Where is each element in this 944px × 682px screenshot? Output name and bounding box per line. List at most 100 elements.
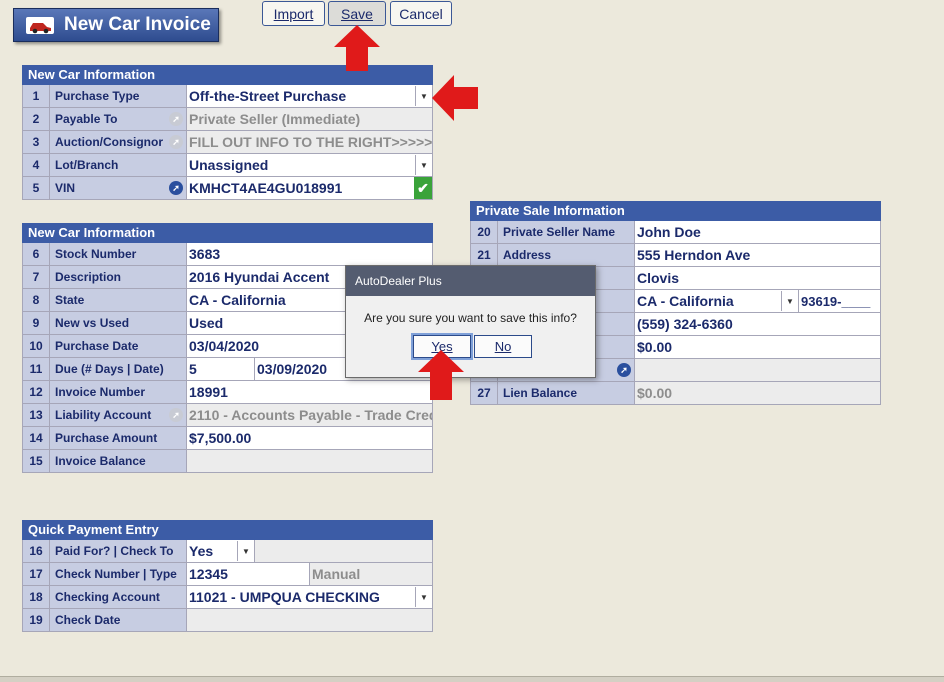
due-days-input[interactable]: 5 bbox=[187, 358, 255, 380]
checking-account-select[interactable]: 11021 - UMPQUA CHECKING ▼ bbox=[187, 586, 433, 608]
quick-payment-panel: Quick Payment Entry 16 Paid For? | Check… bbox=[22, 520, 433, 632]
city-input[interactable]: Clovis bbox=[635, 267, 881, 289]
panel-header: New Car Information bbox=[22, 223, 433, 243]
new-car-info-panel-1: New Car Information 1 Purchase Type Off-… bbox=[22, 65, 433, 200]
field-label: Stock Number bbox=[50, 243, 187, 265]
chevron-down-icon[interactable]: ▼ bbox=[415, 587, 432, 607]
row-number: 1 bbox=[23, 85, 50, 107]
address-row: 21 Address 555 Herndon Ave bbox=[470, 244, 881, 267]
row-number: 15 bbox=[23, 450, 50, 472]
checking-account-value: 11021 - UMPQUA CHECKING bbox=[189, 589, 380, 605]
stock-number-input[interactable]: 3683 bbox=[187, 243, 433, 265]
invoice-balance-field bbox=[187, 450, 433, 472]
link-arrow-icon[interactable]: ➚ bbox=[617, 363, 631, 377]
row-number: 3 bbox=[23, 131, 50, 153]
row-number: 6 bbox=[23, 243, 50, 265]
invoice-number-row: 12 Invoice Number 18991 bbox=[22, 381, 433, 404]
field-label: Invoice Balance bbox=[50, 450, 187, 472]
phone-input[interactable]: (559) 324-6360 bbox=[635, 313, 881, 335]
link-arrow-icon: ➚ bbox=[169, 112, 183, 126]
page-title: New Car Invoice bbox=[64, 14, 211, 35]
field-label: Liability Account ➚ bbox=[50, 404, 187, 426]
row-number: 16 bbox=[23, 540, 50, 562]
purchase-type-value: Off-the-Street Purchase bbox=[189, 88, 347, 104]
zip-input[interactable]: 93619-____ bbox=[799, 290, 881, 312]
check-date-row: 19 Check Date bbox=[22, 609, 433, 632]
chevron-down-icon[interactable]: ▼ bbox=[415, 155, 432, 175]
field-label: State bbox=[50, 289, 187, 311]
car-icon bbox=[26, 17, 54, 34]
red-arrow-up-icon bbox=[418, 350, 464, 400]
seller-state-select[interactable]: CA - California ▼ bbox=[635, 290, 799, 312]
new-car-invoice-title[interactable]: New Car Invoice bbox=[13, 8, 219, 42]
lien-balance-row: 27 Lien Balance $0.00 bbox=[470, 382, 881, 405]
check-number-input[interactable]: 12345 bbox=[187, 563, 310, 585]
purchase-type-select[interactable]: Off-the-Street Purchase ▼ bbox=[187, 85, 433, 107]
check-type-field: Manual bbox=[310, 563, 433, 585]
field-label: Check Number | Type bbox=[50, 563, 187, 585]
panel-header: Private Sale Information bbox=[470, 201, 881, 221]
paid-for-value: Yes bbox=[189, 543, 214, 559]
row-number: 9 bbox=[23, 312, 50, 334]
paid-for-row: 16 Paid For? | Check To Yes ▼ bbox=[22, 540, 433, 563]
amount-input[interactable]: $0.00 bbox=[635, 336, 881, 358]
field-label: New vs Used bbox=[50, 312, 187, 334]
check-date-field bbox=[187, 609, 433, 631]
lot-branch-value: Unassigned bbox=[189, 157, 269, 173]
row-number: 18 bbox=[23, 586, 50, 608]
field-label: Due (# Days | Date) bbox=[50, 358, 187, 380]
row-number: 17 bbox=[23, 563, 50, 585]
invoice-number-input[interactable]: 18991 bbox=[187, 381, 433, 403]
row-number: 20 bbox=[471, 221, 498, 243]
purchase-type-row: 1 Purchase Type Off-the-Street Purchase ▼ bbox=[22, 85, 433, 108]
chevron-down-icon[interactable]: ▼ bbox=[781, 291, 798, 311]
row-number: 19 bbox=[23, 609, 50, 631]
panel-header: Quick Payment Entry bbox=[22, 520, 433, 540]
purchase-amount-row: 14 Purchase Amount $7,500.00 bbox=[22, 427, 433, 450]
confirm-dialog: AutoDealer Plus Are you sure you want to… bbox=[345, 265, 596, 378]
check-number-row: 17 Check Number | Type 12345 Manual bbox=[22, 563, 433, 586]
link-arrow-icon: ➚ bbox=[169, 408, 183, 422]
save-button[interactable]: Save bbox=[328, 1, 386, 26]
seller-name-input[interactable]: John Doe bbox=[635, 221, 881, 243]
vin-value: KMHCT4AE4GU018991 bbox=[189, 180, 343, 196]
field-label: Purchase Amount bbox=[50, 427, 187, 449]
cancel-button[interactable]: Cancel bbox=[390, 1, 452, 26]
field-label: Invoice Number bbox=[50, 381, 187, 403]
chevron-down-icon[interactable]: ▼ bbox=[237, 541, 254, 561]
paid-for-select[interactable]: Yes ▼ bbox=[187, 540, 255, 562]
status-bar bbox=[0, 676, 944, 682]
lot-branch-select[interactable]: Unassigned ▼ bbox=[187, 154, 433, 176]
checkmark-icon[interactable]: ✔ bbox=[414, 177, 432, 199]
field-label: Lot/Branch bbox=[50, 154, 187, 176]
row-number: 12 bbox=[23, 381, 50, 403]
dialog-title: AutoDealer Plus bbox=[346, 266, 595, 296]
field-label: Lien Balance bbox=[498, 382, 635, 404]
payable-to-label: Payable To bbox=[55, 112, 118, 126]
row-number: 4 bbox=[23, 154, 50, 176]
purchase-amount-input[interactable]: $7,500.00 bbox=[187, 427, 433, 449]
field-label: VIN ➚ bbox=[50, 177, 187, 199]
liability-account-row: 13 Liability Account ➚ 2110 - Accounts Pa… bbox=[22, 404, 433, 427]
row-number: 11 bbox=[23, 358, 50, 380]
field-label: Payable To ➚ bbox=[50, 108, 187, 130]
lot-branch-row: 4 Lot/Branch Unassigned ▼ bbox=[22, 154, 433, 177]
lien-balance-field: $0.00 bbox=[635, 382, 881, 404]
link-arrow-icon[interactable]: ➚ bbox=[169, 181, 183, 195]
vin-input[interactable]: KMHCT4AE4GU018991 ✔ bbox=[187, 177, 433, 199]
row-number: 8 bbox=[23, 289, 50, 311]
row-number: 7 bbox=[23, 266, 50, 288]
payable-to-field: Private Seller (Immediate) bbox=[187, 108, 433, 130]
no-button[interactable]: No bbox=[474, 335, 532, 358]
chevron-down-icon[interactable]: ▼ bbox=[415, 86, 432, 106]
row-number: 27 bbox=[471, 382, 498, 404]
field-label: Description bbox=[50, 266, 187, 288]
row-number: 10 bbox=[23, 335, 50, 357]
address-input[interactable]: 555 Herndon Ave bbox=[635, 244, 881, 266]
invoice-balance-row: 15 Invoice Balance bbox=[22, 450, 433, 473]
row-number: 21 bbox=[471, 244, 498, 266]
lienholder-field bbox=[635, 359, 881, 381]
red-arrow-up-icon bbox=[334, 25, 380, 71]
import-button[interactable]: Import bbox=[262, 1, 325, 26]
vin-label: VIN bbox=[55, 181, 76, 195]
